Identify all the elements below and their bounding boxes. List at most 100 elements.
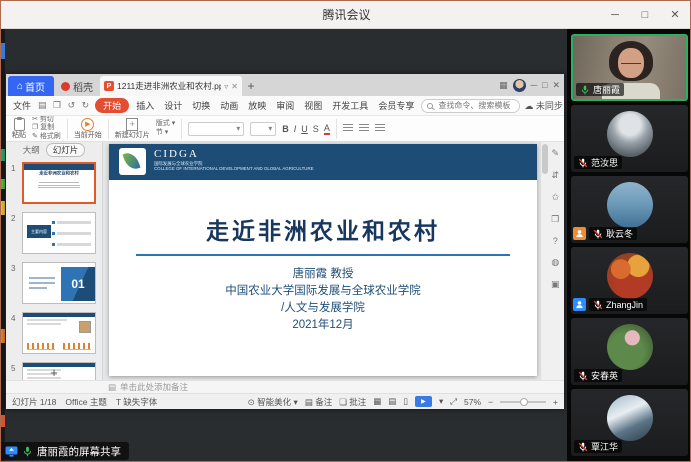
play-from-current-button[interactable]: ▶ 当前开始 <box>74 118 102 140</box>
theme-name[interactable]: Office 主题 <box>65 396 106 408</box>
participant-name: 覃江华 <box>591 440 618 453</box>
quick-access-toolbar[interactable]: ▤ ❐ ↺ ↻ <box>38 100 91 111</box>
smart-beautify-button[interactable]: ⊙ 智能美化 ▾ <box>248 396 298 408</box>
document-tab-title: 1211走进非洲农业和农村.pptx <box>117 80 221 92</box>
add-slide-button[interactable]: + <box>6 366 102 380</box>
wps-maximize-icon[interactable]: □ <box>542 80 547 90</box>
avatar <box>607 324 653 370</box>
paste-button[interactable]: 粘贴 <box>12 118 26 140</box>
search-input[interactable] <box>436 100 514 111</box>
close-tab-icon[interactable]: ✕ <box>231 82 238 91</box>
menu-design[interactable]: 设计 <box>161 98 185 113</box>
menu-view[interactable]: 视图 <box>301 98 325 113</box>
slide-thumbnail-2[interactable]: 主要内容 <box>22 212 96 254</box>
zoom-in-button[interactable]: + <box>553 397 558 407</box>
align-center-icon[interactable] <box>359 124 369 133</box>
taskbar-sliver-icon <box>1 179 5 189</box>
wps-home-tab[interactable]: ⌂ 首页 <box>8 76 54 96</box>
close-icon[interactable]: ✕ <box>660 1 690 29</box>
command-search[interactable] <box>421 99 520 113</box>
slide-number: 1 <box>11 164 15 173</box>
slide-thumbnail-3[interactable]: 01 <box>22 262 96 304</box>
divider <box>108 119 109 139</box>
section-button[interactable]: 节 ▾ <box>156 129 175 138</box>
clipboard-panel-icon[interactable]: ❐ <box>551 214 560 225</box>
font-color-button[interactable]: A <box>324 123 330 135</box>
logo-acronym: CIDGA <box>154 148 199 160</box>
properties-panel-icon[interactable]: ⇵ <box>551 170 560 181</box>
reading-view-icon[interactable]: ▯ <box>403 396 408 407</box>
play-options-caret[interactable]: ▾ <box>439 396 443 407</box>
menu-start[interactable]: 开始 <box>95 98 129 113</box>
participant-tile[interactable]: 覃江华 <box>571 389 688 456</box>
slide-header-band: CIDGA 国际发展与全球农业学院 COLLEGE OF INTERNATION… <box>109 144 537 180</box>
new-tab-icon[interactable]: + <box>242 76 260 96</box>
wps-close-icon[interactable]: ✕ <box>552 80 560 91</box>
notes-toggle[interactable]: ▤ 备注 <box>305 396 332 408</box>
sorter-view-icon[interactable]: ▤ <box>388 396 396 407</box>
outline-tab[interactable]: 大纲 <box>23 144 40 156</box>
bold-button[interactable]: B <box>282 124 289 134</box>
participant-tile[interactable]: 安春英 <box>571 318 688 385</box>
underline-button[interactable]: U <box>301 124 308 134</box>
minimize-icon[interactable]: ─ <box>600 1 630 29</box>
menu-slideshow[interactable]: 放映 <box>245 98 269 113</box>
fit-slide-icon[interactable]: ⤢ <box>450 396 457 407</box>
layout-button[interactable]: 版式 ▾ <box>156 120 175 129</box>
participant-tile[interactable]: ZhangJin <box>571 247 688 314</box>
copy-button[interactable]: ❐ 复制 <box>32 124 61 133</box>
menu-file[interactable]: 文件 <box>10 98 34 113</box>
pin-tab-icon[interactable]: ▿ <box>224 82 228 91</box>
slide-canvas[interactable]: CIDGA 国际发展与全球农业学院 COLLEGE OF INTERNATION… <box>103 142 540 380</box>
cut-button[interactable]: ✂ 剪切 <box>32 116 61 124</box>
strikethrough-button[interactable]: S <box>313 124 319 134</box>
menu-review[interactable]: 审阅 <box>273 98 297 113</box>
cloud-sync-status[interactable]: ☁ 未同步 <box>524 99 563 112</box>
participant-tile[interactable]: 唐丽霞 <box>571 34 688 101</box>
missing-fonts-button[interactable]: T 缺失字体 <box>116 396 157 408</box>
zoom-percent[interactable]: 57% <box>464 397 481 407</box>
mic-muted-icon <box>578 158 588 168</box>
shared-screen-region: ⌂ 首页 稻壳 P 1211走进非洲农业和农村.pptx ▿ ✕ + ▦ <box>1 29 567 462</box>
maximize-icon[interactable]: □ <box>630 1 660 29</box>
wps-docer-tab[interactable]: 稻壳 <box>54 76 100 96</box>
slide-thumbnail-4[interactable] <box>22 312 96 354</box>
bullet-list-icon[interactable] <box>375 124 385 133</box>
resource-panel-icon[interactable]: ◍ <box>551 257 560 268</box>
wps-document-tab[interactable]: P 1211走进非洲农业和农村.pptx ▿ ✕ <box>100 76 242 96</box>
format-painter-button[interactable]: ✎ 格式刷 <box>32 133 61 142</box>
paste-icon <box>14 118 25 131</box>
zoom-slider[interactable] <box>500 401 546 403</box>
wps-account-avatar[interactable] <box>513 79 526 92</box>
wps-minimize-icon[interactable]: ─ <box>531 80 537 90</box>
participant-tile[interactable]: 耿云冬 <box>571 176 688 243</box>
align-left-icon[interactable] <box>343 124 353 133</box>
normal-view-icon[interactable]: ▦ <box>373 396 381 407</box>
college-line: 中国农业大学国际发展与全球农业学院 <box>109 283 537 300</box>
image-panel-icon[interactable]: ▣ <box>551 279 560 290</box>
italic-button[interactable]: I <box>294 124 297 134</box>
menu-transition[interactable]: 切换 <box>189 98 213 113</box>
vertical-scrollbar[interactable] <box>542 144 548 174</box>
effects-panel-icon[interactable]: ✩ <box>551 192 560 203</box>
slides-tab[interactable]: 幻灯片 <box>46 143 86 157</box>
slide-thumbnail-1[interactable]: 走近非洲农业和农村 <box>22 162 96 204</box>
participant-tile[interactable]: 范汝思 <box>571 105 688 172</box>
current-slide[interactable]: CIDGA 国际发展与全球农业学院 COLLEGE OF INTERNATION… <box>109 144 537 376</box>
zoom-slider-knob[interactable] <box>520 398 528 406</box>
zoom-out-button[interactable]: − <box>488 397 493 407</box>
menu-member[interactable]: 会员专享 <box>375 98 417 113</box>
edit-panel-icon[interactable]: ✎ <box>551 148 560 159</box>
help-panel-icon[interactable]: ? <box>551 236 560 246</box>
comments-toggle[interactable]: ❏ 批注 <box>339 396 366 408</box>
font-family-select[interactable]: ▾ <box>188 122 244 136</box>
menu-animation[interactable]: 动画 <box>217 98 241 113</box>
new-slide-button[interactable]: + 新建幻灯片 <box>115 118 150 140</box>
slideshow-play-button[interactable]: ▶ <box>415 396 432 407</box>
notes-bar[interactable]: ▤ 单击此处添加备注 <box>6 380 564 393</box>
menu-insert[interactable]: 插入 <box>133 98 157 113</box>
date-line: 2021年12月 <box>109 317 537 334</box>
layout-grid-icon[interactable]: ▦ <box>499 80 508 91</box>
font-size-select[interactable]: ▾ <box>250 122 276 136</box>
menu-devtools[interactable]: 开发工具 <box>329 98 371 113</box>
